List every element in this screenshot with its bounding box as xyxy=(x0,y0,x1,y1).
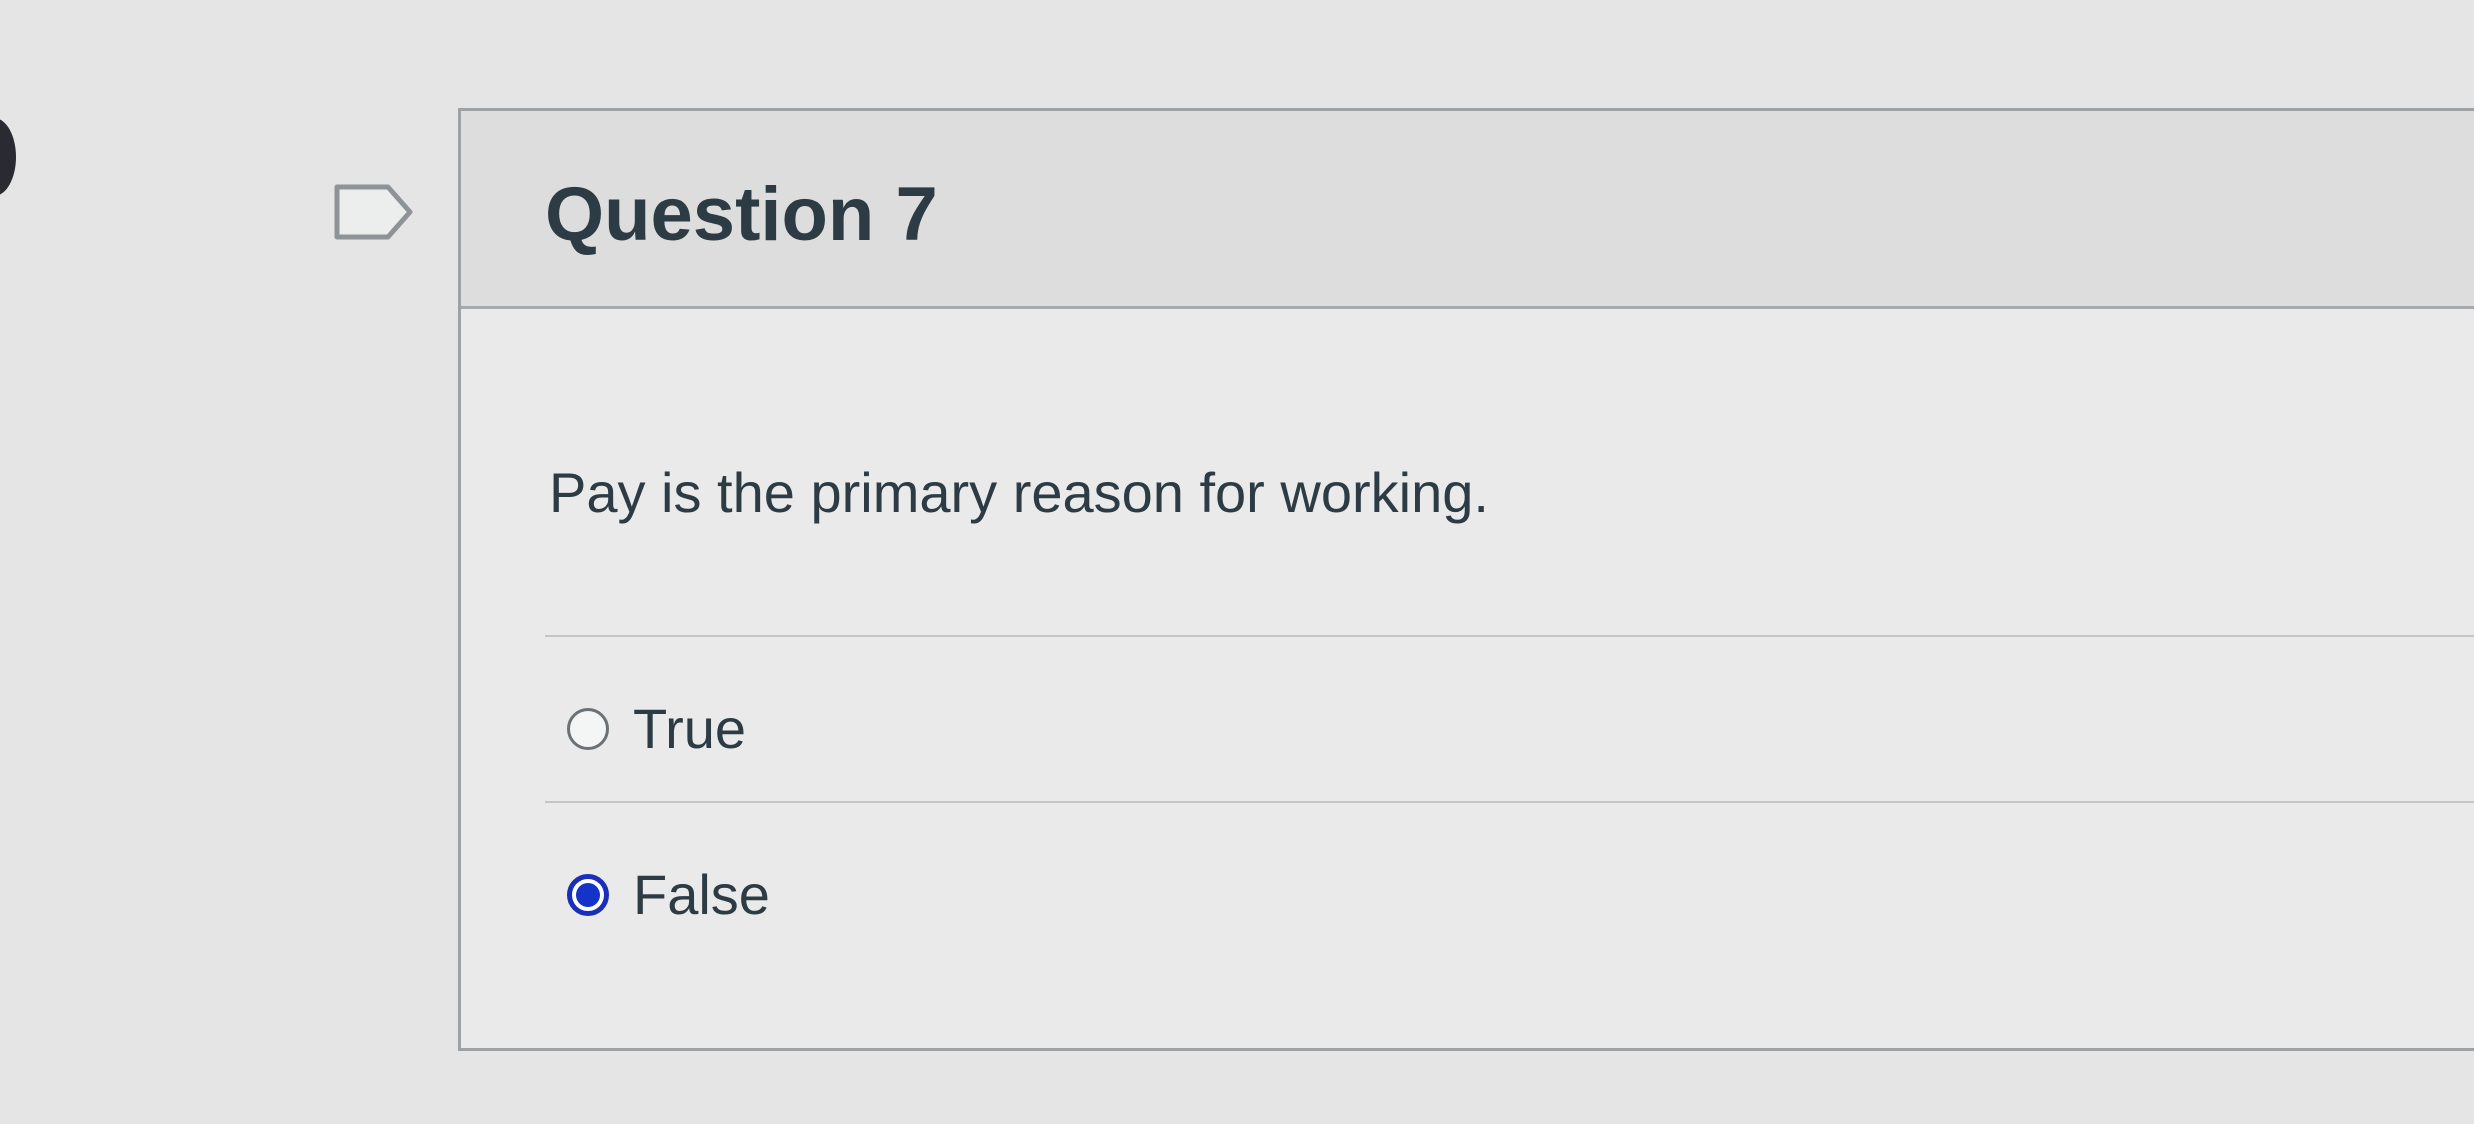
radio-false[interactable] xyxy=(567,874,609,916)
answer-label-false: False xyxy=(633,863,770,926)
question-title: Question 7 xyxy=(545,172,938,257)
question-prompt: Pay is the primary reason for working. xyxy=(549,461,1489,524)
question-card: Question 7 Pay is the primary reason for… xyxy=(458,108,2474,1051)
answer-option-false[interactable]: False xyxy=(567,855,770,935)
flag-question-icon[interactable] xyxy=(332,182,416,242)
question-header: Question 7 xyxy=(461,111,2474,309)
answer-label-true: True xyxy=(633,697,747,760)
edge-indicator xyxy=(0,118,16,196)
answer-option-true[interactable]: True xyxy=(567,689,746,769)
radio-true[interactable] xyxy=(567,708,609,750)
answer-divider xyxy=(545,635,2474,637)
answer-divider xyxy=(545,801,2474,803)
